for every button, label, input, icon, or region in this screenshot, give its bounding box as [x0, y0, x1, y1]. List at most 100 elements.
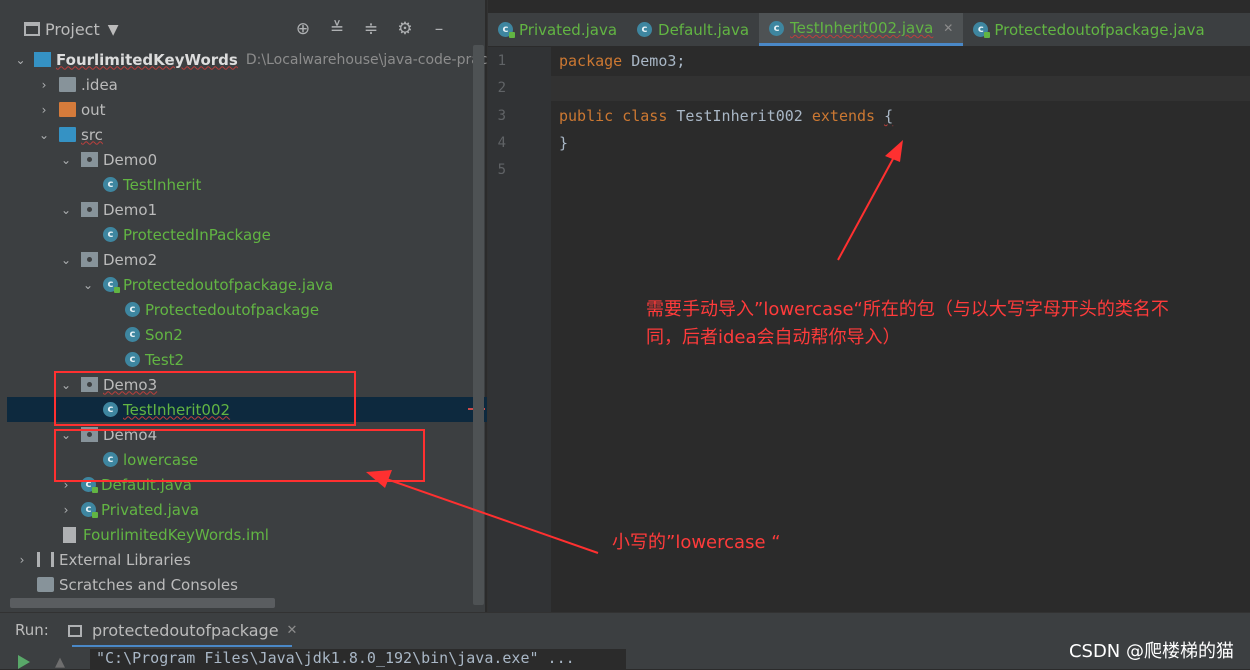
package-icon: [81, 252, 98, 267]
run-tab[interactable]: protectedoutofpackage ✕: [68, 621, 297, 640]
tree-item-label: Protectedoutofpackage.java: [123, 275, 334, 294]
horizontal-scrollbar[interactable]: [10, 598, 275, 608]
ide-window: Project ▼ ⊕ ≚ ≑ ⚙ – ⌄ FourlimitedKeyWord…: [0, 0, 1250, 670]
tree-item-scratches[interactable]: Scratches and Consoles: [7, 572, 515, 597]
class-name: TestInherit002: [676, 107, 803, 125]
tree-item-label: Scratches and Consoles: [59, 575, 238, 594]
java-file-icon: [973, 22, 991, 38]
close-icon[interactable]: ✕: [287, 623, 298, 638]
run-icon[interactable]: [18, 655, 30, 669]
project-panel: Project ▼ ⊕ ≚ ≑ ⚙ – ⌄ FourlimitedKeyWord…: [7, 0, 581, 612]
project-panel-title[interactable]: Project: [45, 20, 100, 39]
tree-item-label: src: [81, 125, 103, 144]
project-icon: [24, 22, 40, 36]
tree-item-demo0[interactable]: ⌄ Demo0: [7, 147, 537, 172]
close-icon[interactable]: ✕: [943, 21, 953, 35]
tree-item-label: Privated.java: [101, 500, 200, 519]
chevron-right-icon[interactable]: ›: [37, 78, 51, 92]
code-line-1[interactable]: package Demo3;: [559, 52, 685, 70]
tree-item-privated-java[interactable]: › Privated.java: [7, 497, 537, 522]
chevron-down-icon[interactable]: ▼: [108, 22, 119, 38]
highlight-box-demo4: [54, 429, 425, 482]
tree-item-label: Demo1: [103, 200, 158, 219]
class-icon: [103, 227, 118, 242]
java-file-icon: [81, 502, 98, 518]
tab-testinherit002-java[interactable]: TestInherit002.java ✕: [759, 13, 964, 46]
line-number-gutter: 1 2 3 4 5: [488, 47, 551, 612]
line-number: 1: [497, 53, 506, 69]
tree-item-iml[interactable]: FourlimitedKeyWords.iml: [7, 522, 541, 547]
watermark: CSDN @爬楼梯的猫: [1068, 641, 1234, 662]
line-number: 5: [497, 162, 506, 178]
tree-item-path: D:\Localwarehouse\java-code-pract: [245, 51, 493, 68]
current-line-highlight: [551, 76, 1250, 101]
java-file-icon: [498, 22, 515, 38]
class-icon: [125, 352, 140, 367]
tree-item-project-root[interactable]: ⌄ FourlimitedKeyWords D:\Localwarehouse\…: [7, 47, 493, 72]
chevron-down-icon[interactable]: ⌄: [15, 53, 26, 67]
vertical-scrollbar[interactable]: [473, 45, 484, 605]
expand-all-icon[interactable]: ≚: [327, 19, 347, 39]
chevron-down-icon[interactable]: ⌄: [59, 253, 73, 267]
open-brace: {: [884, 107, 894, 125]
library-icon: [37, 552, 54, 567]
tab-default-java[interactable]: Default.java: [627, 13, 759, 46]
annotation-line-1: 需要手动导入”lowercase“所在的包（与以大写字母开头的类名不: [646, 299, 1169, 320]
tree-item-label: FourlimitedKeyWords.iml: [83, 525, 269, 544]
code-line-3[interactable]: public class TestInherit002 extends {: [559, 107, 893, 125]
chevron-right-icon[interactable]: ›: [59, 503, 73, 517]
java-file-icon: [637, 22, 653, 37]
tree-item-external-libraries[interactable]: › External Libraries: [7, 547, 493, 572]
chevron-down-icon[interactable]: ⌄: [59, 203, 73, 217]
console-output: "C:\Program Files\Java\jdk1.8.0_192\bin\…: [90, 649, 626, 669]
package-icon: [81, 152, 98, 167]
collapse-all-icon[interactable]: ≑: [361, 19, 381, 39]
run-tab-label: protectedoutofpackage: [92, 621, 279, 640]
tree-item-label: Test2: [145, 350, 185, 369]
project-panel-header: Project ▼ ⊕ ≚ ≑ ⚙ –: [7, 13, 485, 46]
tree-item-src[interactable]: ⌄ src: [7, 122, 515, 147]
tree-item-demo1[interactable]: ⌄ Demo1: [7, 197, 537, 222]
code-line-4[interactable]: }: [559, 134, 568, 152]
class-icon: [125, 327, 140, 342]
package-icon: [81, 202, 98, 217]
chevron-right-icon[interactable]: ›: [37, 103, 51, 117]
gear-icon[interactable]: ⚙: [395, 19, 415, 39]
project-toolbar: ⊕ ≚ ≑ ⚙ –: [293, 19, 449, 39]
line-number: 4: [497, 135, 506, 151]
class-icon: [125, 302, 140, 317]
annotation-line-2: 同，后者idea会自动帮你导入）: [646, 327, 901, 348]
tab-label: Protectedoutofpackage.java: [994, 20, 1205, 39]
annotation-import-note: 需要手动导入”lowercase“所在的包（与以大写字母开头的类名不 同，后者i…: [646, 296, 1246, 352]
tree-item-idea[interactable]: › .idea: [7, 72, 515, 97]
tree-item-out[interactable]: › out: [7, 97, 515, 122]
tree-item-label: Son2: [145, 325, 183, 344]
tab-protectedoutofpackage-java[interactable]: Protectedoutofpackage.java: [963, 13, 1214, 46]
chevron-down-icon[interactable]: ⌄: [81, 278, 95, 292]
class-icon: [103, 177, 118, 192]
chevron-down-icon[interactable]: ⌄: [37, 128, 51, 142]
run-tool-window: Run: protectedoutofpackage ✕ ▲ "C:\Progr…: [0, 612, 1250, 670]
tree-item-demo2[interactable]: ⌄ Demo2: [7, 247, 537, 272]
tab-privated-java[interactable]: Privated.java: [488, 13, 627, 46]
locate-icon[interactable]: ⊕: [293, 19, 313, 39]
chevron-right-icon[interactable]: ›: [15, 553, 29, 567]
tree-item-label: out: [81, 100, 106, 119]
chevron-down-icon[interactable]: ⌄: [59, 153, 73, 167]
tree-item-label: .idea: [81, 75, 118, 94]
annotation-lowercase-note: 小写的”lowercase “: [612, 532, 781, 553]
run-tab-underline: [72, 645, 292, 647]
line-number: 3: [497, 108, 506, 124]
run-label: Run:: [15, 621, 49, 639]
editor-tabs: Privated.java Default.java TestInherit00…: [488, 13, 1250, 46]
folder-icon: [59, 77, 76, 92]
tab-label: Privated.java: [519, 20, 618, 39]
source-folder-icon: [59, 127, 76, 142]
tree-item-label: ProtectedInPackage: [123, 225, 271, 244]
tab-label: Default.java: [658, 20, 750, 39]
close-brace: }: [559, 134, 569, 152]
minimize-icon[interactable]: –: [429, 19, 449, 39]
tree-item-label: TestInherit: [123, 175, 202, 194]
project-folder-icon: [34, 52, 51, 67]
highlight-box-demo3: [54, 371, 356, 426]
